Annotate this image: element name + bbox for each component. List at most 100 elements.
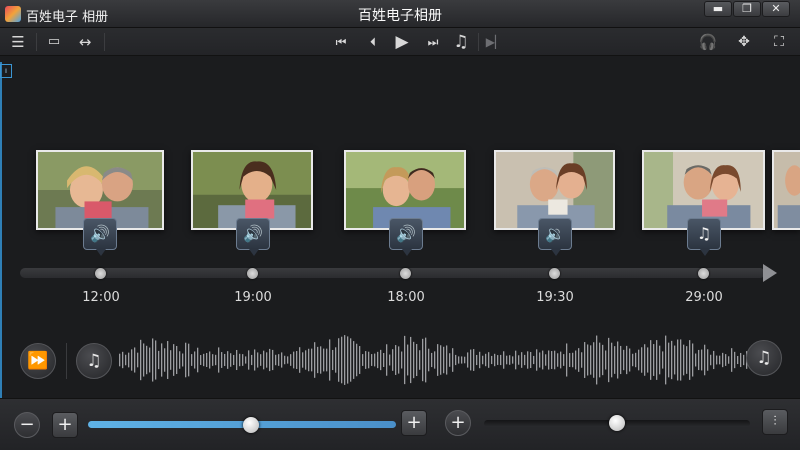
fast-forward-icon[interactable]: ⏩ bbox=[20, 343, 56, 379]
add-button[interactable]: + bbox=[401, 410, 427, 436]
waveform-bar bbox=[518, 355, 520, 365]
waveform-bar bbox=[191, 354, 193, 366]
waveform-bar bbox=[434, 351, 436, 369]
waveform-bar bbox=[530, 351, 532, 369]
timeline-marker[interactable] bbox=[698, 268, 709, 279]
waveform-bar bbox=[719, 355, 721, 365]
waveform-bar bbox=[374, 353, 376, 367]
title-bar: 百姓电子 相册 百姓电子相册 ▬ ❐ ✕ bbox=[0, 0, 800, 28]
waveform-bar bbox=[278, 354, 280, 366]
waveform-bar bbox=[512, 356, 514, 364]
waveform-bar bbox=[734, 351, 736, 369]
waveform-bar bbox=[665, 335, 667, 385]
timeline-marker[interactable] bbox=[400, 268, 411, 279]
waveform-bar bbox=[686, 346, 688, 374]
swap-arrows-icon[interactable]: ↔ bbox=[74, 32, 96, 52]
waveform-bar bbox=[347, 336, 349, 384]
headphones-icon[interactable]: 🎧 bbox=[697, 32, 719, 52]
waveform-bar bbox=[725, 354, 727, 366]
time-label: 19:30 bbox=[536, 290, 574, 305]
waveform-bar bbox=[479, 351, 481, 369]
timeline-marker[interactable] bbox=[95, 268, 106, 279]
waveform-bar bbox=[218, 347, 220, 373]
waveform-bar bbox=[233, 354, 235, 366]
waveform-bar bbox=[644, 344, 646, 376]
waveform-bar bbox=[503, 351, 505, 369]
waveform-bar bbox=[614, 346, 616, 374]
waveform-bar bbox=[119, 353, 121, 367]
speaker-wave-icon[interactable]: 🔊 bbox=[236, 218, 270, 256]
waveform-bar bbox=[698, 349, 700, 371]
zoom-out-button[interactable]: − bbox=[14, 412, 40, 438]
waveform-bar bbox=[461, 356, 463, 364]
photo-image bbox=[38, 152, 162, 228]
waveform-bar bbox=[581, 352, 583, 368]
waveform-bar bbox=[134, 347, 136, 373]
waveform-bar bbox=[341, 336, 343, 384]
speaker-icon[interactable]: 🔊 bbox=[389, 218, 423, 256]
photo-6[interactable] bbox=[772, 150, 800, 230]
waveform-bar bbox=[128, 352, 130, 368]
speaker-icon[interactable]: 🔊 bbox=[83, 218, 117, 256]
waveform-bar bbox=[476, 354, 478, 366]
zoom-slider-track[interactable] bbox=[88, 421, 396, 428]
zoom-in-button[interactable]: + bbox=[52, 412, 78, 438]
waveform-bar bbox=[617, 341, 619, 379]
previous-icon[interactable]: ⏴ bbox=[362, 32, 384, 52]
toolbar-divider bbox=[478, 33, 479, 51]
position-slider-knob[interactable] bbox=[609, 415, 625, 431]
waveform-bar bbox=[140, 339, 142, 381]
screen-icon[interactable]: ▭ bbox=[43, 32, 65, 52]
crop-icon[interactable]: ⛶ bbox=[768, 32, 790, 52]
waveform-bar bbox=[566, 343, 568, 377]
waveform-bar bbox=[470, 349, 472, 371]
timeline-track[interactable] bbox=[20, 268, 765, 278]
add-circle-button[interactable]: + bbox=[445, 410, 471, 436]
play-to-end-icon[interactable]: ▶▏ bbox=[484, 32, 506, 52]
waveform-bar bbox=[392, 349, 394, 371]
music-note-icon[interactable]: ♫ bbox=[687, 218, 721, 256]
waveform-bar bbox=[326, 348, 328, 372]
waveform-bar bbox=[167, 341, 169, 379]
waveform-bar bbox=[224, 353, 226, 367]
waveform-bar bbox=[329, 339, 331, 381]
waveform-bar bbox=[542, 350, 544, 370]
waveform-bar bbox=[635, 352, 637, 368]
maximize-button[interactable]: ❐ bbox=[733, 1, 761, 17]
waveform-bar bbox=[251, 354, 253, 366]
skip-start-icon[interactable]: ⏮ bbox=[330, 32, 352, 52]
waveform-icon[interactable]: ⫶ bbox=[762, 409, 788, 435]
move-arrows-icon[interactable]: ✥ bbox=[733, 32, 755, 52]
waveform-bar bbox=[302, 352, 304, 368]
waveform-bar bbox=[692, 343, 694, 377]
audio-waveform[interactable] bbox=[118, 330, 748, 390]
track-marker[interactable]: ı bbox=[0, 64, 12, 78]
zoom-slider-knob[interactable] bbox=[243, 417, 260, 433]
waveform-bar bbox=[623, 349, 625, 371]
waveform-bar bbox=[650, 340, 652, 380]
waveform-bar bbox=[380, 349, 382, 371]
waveform-bar bbox=[200, 355, 202, 365]
next-icon[interactable]: ⏭ bbox=[422, 32, 444, 52]
minimize-button[interactable]: ▬ bbox=[704, 1, 732, 17]
waveform-bar bbox=[602, 344, 604, 376]
timeline-marker[interactable] bbox=[549, 268, 560, 279]
waveform-bar bbox=[236, 349, 238, 371]
waveform-bar bbox=[149, 347, 151, 373]
waveform-bar bbox=[158, 350, 160, 370]
waveform-bar bbox=[284, 355, 286, 365]
waveform-bar bbox=[674, 345, 676, 375]
timeline-marker[interactable] bbox=[247, 268, 258, 279]
close-button[interactable]: ✕ bbox=[762, 1, 790, 17]
waveform-bar bbox=[407, 344, 409, 376]
waveform-bar bbox=[605, 350, 607, 370]
waveform-bar bbox=[311, 348, 313, 372]
speaker-muted-icon[interactable]: 🔉 bbox=[538, 218, 572, 256]
music-note-icon[interactable]: ♫ bbox=[76, 343, 112, 379]
waveform-bar bbox=[731, 348, 733, 372]
music-note-icon[interactable]: ♫ bbox=[450, 32, 472, 52]
menu-icon[interactable]: ☰ bbox=[7, 32, 29, 52]
waveform-bar bbox=[425, 337, 427, 383]
music-note-icon[interactable]: ♫ bbox=[746, 340, 782, 376]
play-icon[interactable]: ▶ bbox=[391, 32, 413, 52]
